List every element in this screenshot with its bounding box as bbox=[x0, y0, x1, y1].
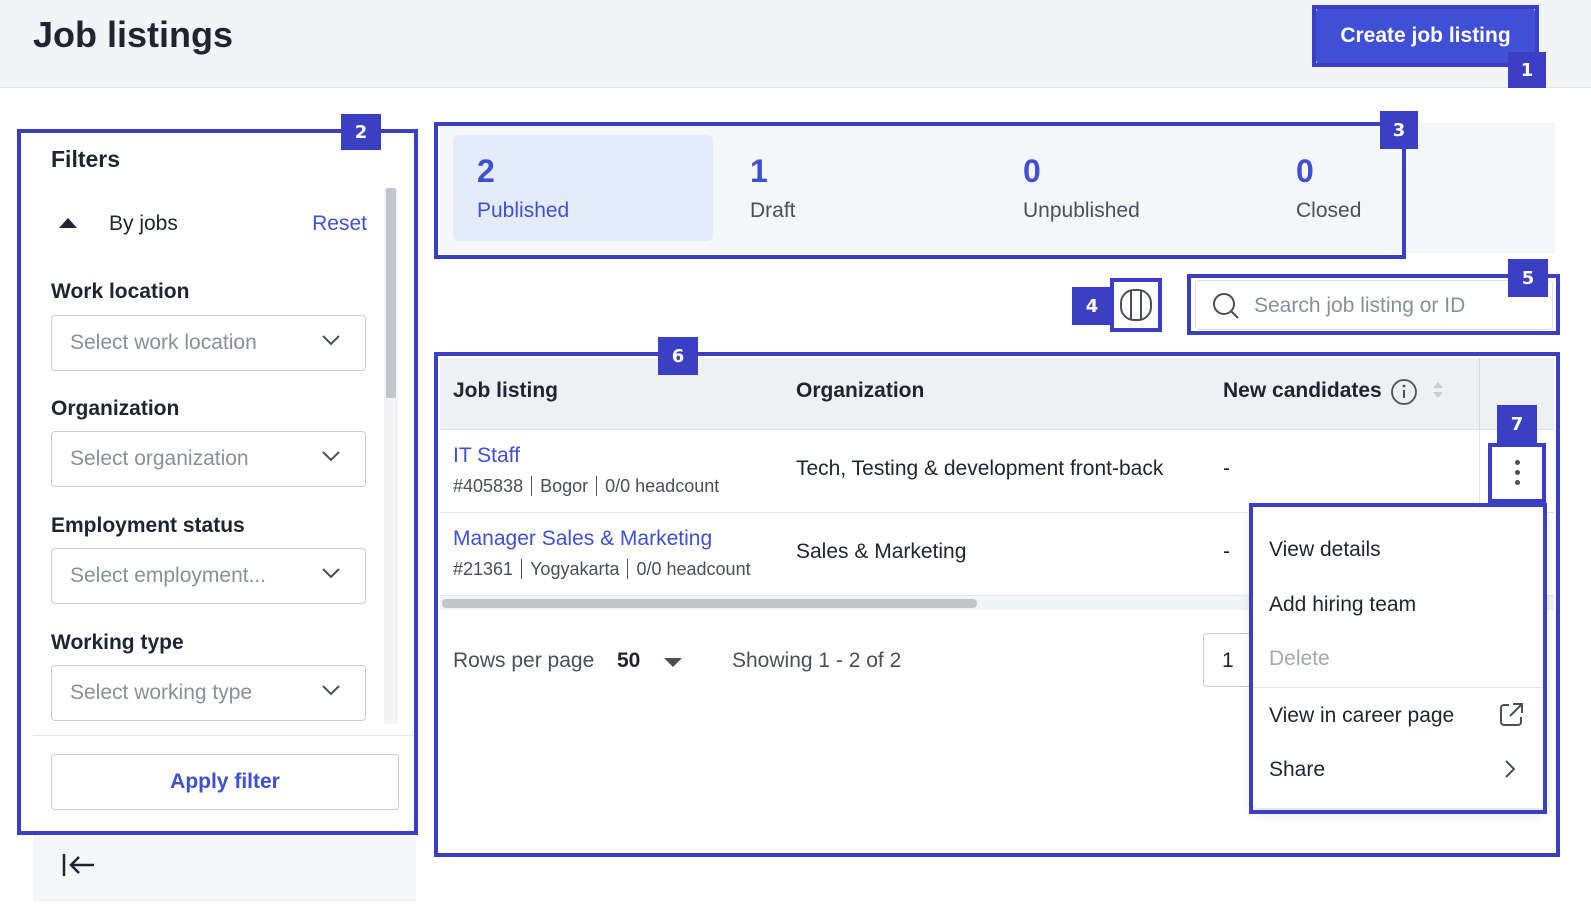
table-header: Job listing Organization New candidates bbox=[440, 358, 1554, 430]
chevron-down-icon bbox=[322, 451, 340, 462]
organization-placeholder: Select organization bbox=[70, 447, 249, 470]
filters-scrollbar-thumb[interactable] bbox=[386, 188, 396, 398]
closed-label: Closed bbox=[1296, 199, 1362, 222]
employment-status-placeholder: Select employment... bbox=[70, 564, 267, 587]
divider bbox=[33, 735, 416, 736]
annotation-badge-6: 6 bbox=[658, 337, 698, 375]
menu-item-delete: Delete bbox=[1269, 647, 1330, 670]
column-new-candidates[interactable]: New candidates bbox=[1223, 379, 1382, 403]
menu-item-add-hiring-team[interactable]: Add hiring team bbox=[1269, 593, 1529, 617]
menu-item-share[interactable]: Share bbox=[1269, 758, 1529, 782]
chevron-down-icon bbox=[322, 685, 340, 696]
by-jobs-section-label[interactable]: By jobs bbox=[109, 212, 178, 236]
organization-label: Organization bbox=[51, 397, 180, 420]
employment-status-label: Employment status bbox=[51, 514, 245, 537]
separator bbox=[596, 476, 598, 496]
tab-closed[interactable]: 0 Closed bbox=[1272, 135, 1412, 241]
job-meta: #21361 Yogyakarta 0/0 headcount bbox=[453, 559, 751, 580]
annotation-badge-2: 2 bbox=[341, 114, 381, 150]
unpublished-count: 0 bbox=[1023, 153, 1041, 189]
reset-filters-link[interactable]: Reset bbox=[312, 212, 367, 236]
annotation-badge-1: 1 bbox=[1508, 52, 1546, 88]
top-bar: Job listings Create job listing bbox=[0, 0, 1591, 88]
job-headcount: 0/0 headcount bbox=[605, 476, 720, 496]
annotation-badge-7: 7 bbox=[1497, 405, 1537, 443]
row-actions-menu: View details Add hiring team Delete View… bbox=[1253, 508, 1544, 808]
separator bbox=[521, 559, 523, 579]
tab-draft[interactable]: 1 Draft bbox=[726, 135, 976, 241]
job-location: Yogyakarta bbox=[530, 559, 620, 579]
published-count: 2 bbox=[477, 153, 495, 189]
separator bbox=[627, 559, 629, 579]
work-location-placeholder: Select work location bbox=[70, 331, 257, 354]
job-meta: #405838 Bogor 0/0 headcount bbox=[453, 476, 719, 497]
draft-label: Draft bbox=[750, 199, 796, 222]
table-scrollbar-thumb[interactable] bbox=[442, 599, 977, 608]
columns-icon bbox=[1120, 289, 1152, 321]
apply-filter-button[interactable]: Apply filter bbox=[51, 754, 399, 810]
job-id: #405838 bbox=[453, 476, 524, 496]
annotation-badge-3: 3 bbox=[1380, 111, 1418, 149]
page-number: 1 bbox=[1222, 649, 1234, 672]
info-icon[interactable] bbox=[1390, 378, 1418, 406]
sort-icon[interactable] bbox=[1431, 378, 1445, 402]
chevron-down-icon bbox=[322, 568, 340, 579]
menu-item-view-in-career-page[interactable]: View in career page bbox=[1269, 704, 1529, 728]
draft-count: 1 bbox=[750, 153, 768, 189]
rows-per-page-value[interactable]: 50 bbox=[617, 649, 640, 673]
filters-title: Filters bbox=[51, 146, 121, 172]
filters-panel: Filters By jobs Reset Work location Sele… bbox=[33, 130, 416, 835]
tab-unpublished[interactable]: 0 Unpublished bbox=[999, 135, 1249, 241]
annotation-badge-4: 4 bbox=[1072, 287, 1112, 325]
job-new-candidates: - bbox=[1223, 540, 1230, 563]
published-label: Published bbox=[477, 199, 570, 222]
working-type-placeholder: Select working type bbox=[70, 681, 253, 704]
chevron-right-icon bbox=[1505, 760, 1516, 778]
rows-per-page-dropdown-icon[interactable] bbox=[664, 658, 682, 667]
job-new-candidates: - bbox=[1223, 457, 1230, 480]
separator bbox=[531, 476, 533, 496]
column-divider bbox=[1479, 358, 1480, 430]
table-row: IT Staff #405838 Bogor 0/0 headcount Tech,… bbox=[440, 430, 1554, 513]
employment-status-select[interactable]: Select employment... bbox=[51, 548, 366, 604]
working-type-select[interactable]: Select working type bbox=[51, 665, 366, 721]
job-title-link[interactable]: Manager Sales & Marketing bbox=[453, 527, 712, 551]
closed-count: 0 bbox=[1296, 153, 1314, 189]
chevron-down-icon bbox=[322, 335, 340, 346]
rows-per-page-label: Rows per page bbox=[453, 649, 595, 672]
work-location-label: Work location bbox=[51, 280, 190, 303]
job-id: #21361 bbox=[453, 559, 514, 579]
unpublished-label: Unpublished bbox=[1023, 199, 1140, 222]
column-job-listing[interactable]: Job listing bbox=[453, 379, 558, 403]
column-divider bbox=[1479, 430, 1480, 512]
tab-published[interactable]: 2 Published bbox=[453, 135, 713, 241]
external-link-icon bbox=[1500, 703, 1523, 726]
page-title: Job listings bbox=[33, 14, 234, 55]
job-title-link[interactable]: IT Staff bbox=[453, 444, 520, 468]
column-organization[interactable]: Organization bbox=[796, 379, 924, 403]
collapse-sidebar-icon[interactable] bbox=[61, 849, 97, 881]
working-type-label: Working type bbox=[51, 631, 184, 654]
search-input[interactable] bbox=[1254, 289, 1544, 323]
menu-item-view-details[interactable]: View details bbox=[1269, 538, 1529, 562]
job-organization: Tech, Testing & development front-back bbox=[796, 457, 1164, 480]
row-actions-button[interactable] bbox=[1500, 450, 1534, 494]
search-icon bbox=[1213, 293, 1239, 319]
job-organization: Sales & Marketing bbox=[796, 540, 967, 563]
collapse-panel-area bbox=[33, 835, 416, 902]
menu-divider bbox=[1253, 687, 1544, 688]
job-location: Bogor bbox=[540, 476, 589, 496]
job-headcount: 0/0 headcount bbox=[636, 559, 751, 579]
work-location-select[interactable]: Select work location bbox=[51, 315, 366, 371]
search-box[interactable] bbox=[1195, 280, 1553, 330]
organization-select[interactable]: Select organization bbox=[51, 431, 366, 487]
showing-count: Showing 1 - 2 of 2 bbox=[732, 649, 902, 672]
create-job-listing-button[interactable]: Create job listing bbox=[1316, 8, 1535, 64]
column-settings-button[interactable] bbox=[1117, 285, 1155, 325]
annotation-badge-5: 5 bbox=[1508, 259, 1548, 297]
collapse-caret-icon[interactable] bbox=[59, 218, 77, 228]
